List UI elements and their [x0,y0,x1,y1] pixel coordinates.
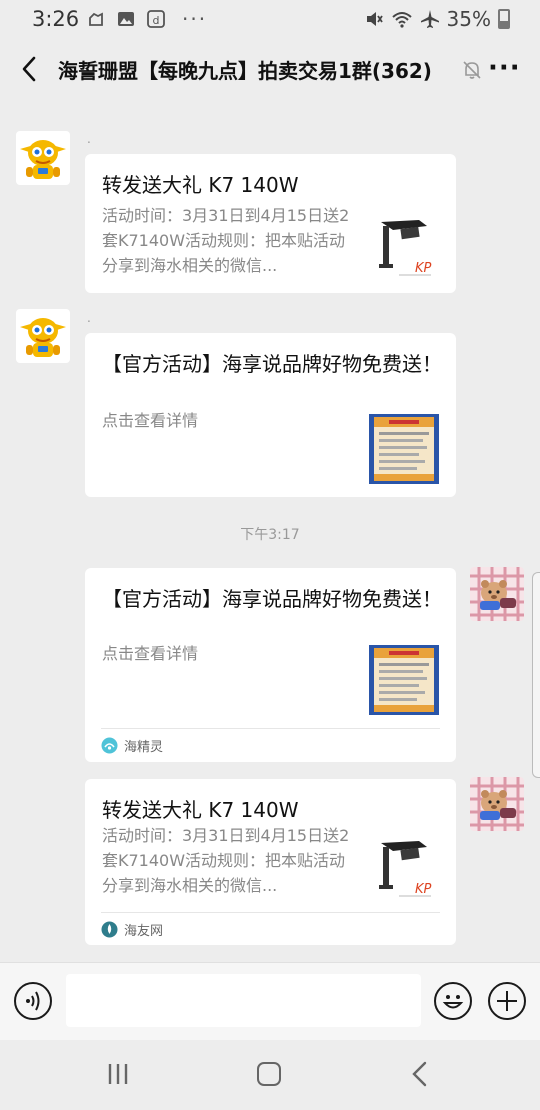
card-title: 【官方活动】海享说品牌好物免费送！ [102,352,442,376]
scrolled-timestamp-fragment [230,92,310,102]
aquarium-lamp-thumbnail: KP [371,833,441,903]
sender-name: . [87,132,91,146]
card-source: 海友网 [101,912,440,946]
link-card[interactable]: 转发送大礼 K7 140W 活动时间：3月31日到4月15日送2套K7140W活… [85,779,456,945]
plus-icon [497,991,517,1011]
svg-text:d: d [153,14,160,27]
more-actions-button[interactable] [488,982,526,1020]
card-title: 【官方活动】海享说品牌好物免费送！ [102,587,442,611]
status-left-icons: d ··· [86,9,207,29]
gesture-icon [89,12,103,26]
home-icon[interactable] [257,1062,281,1086]
input-bar [0,962,540,1040]
cartoon-robot-avatar [16,131,70,185]
status-bar: 3:26 d ··· 35% [0,0,540,38]
sea-spirit-icon [101,737,118,754]
chevron-left-icon[interactable] [18,54,40,84]
chat-header: 海誓珊盟【每晚九点】拍卖交易1群(362) ··· [0,38,540,98]
bell-off-icon [463,61,481,79]
sea-friend-icon [101,921,118,938]
card-title: 转发送大礼 K7 140W [102,173,299,197]
system-nav-bar [0,1040,540,1110]
emoji-icon [442,995,464,1009]
message-input[interactable] [66,974,421,1027]
avatar[interactable] [16,131,70,185]
card-description: 点击查看详情 [102,644,199,663]
voice-icon [26,991,40,1011]
link-card[interactable]: 【官方活动】海享说品牌好物免费送！ 点击查看详情 海精灵 [85,568,456,762]
wifi-icon [391,12,412,28]
source-label: 海友网 [124,924,164,939]
more-icon[interactable]: ··· [488,53,521,83]
avatar[interactable] [470,567,524,621]
mute-icon [366,12,383,26]
link-card[interactable]: 转发送大礼 K7 140W 活动时间：3月31日到4月15日送2套K7140W活… [85,154,456,293]
airplane-icon [420,10,439,28]
emoji-button[interactable] [434,982,472,1020]
back-icon[interactable] [410,1061,430,1087]
message-timestamp: 下午3:17 [240,527,300,543]
plush-toy-avatar [470,567,524,621]
recents-icon[interactable] [106,1062,130,1086]
avatar[interactable] [470,777,524,831]
status-time: 3:26 [32,7,80,31]
gallery-icon [118,12,134,26]
sender-name: . [87,311,91,325]
scrollbar[interactable] [532,572,540,778]
plush-toy-avatar [470,777,524,831]
card-description: 点击查看详情 [102,411,199,430]
chat-title: 海誓珊盟【每晚九点】拍卖交易1群(362) [58,59,432,83]
aquarium-lamp-thumbnail: KP [371,212,441,282]
status-right: 35% [364,7,510,31]
svg-text:KP: KP [415,261,432,276]
app-d-icon: d [147,10,165,28]
battery-percent: 35% [446,7,491,31]
card-description: 活动时间：3月31日到4月15日送2套K7140W活动规则：把本贴活动分享到海水… [102,826,350,895]
link-card[interactable]: 【官方活动】海享说品牌好物免费送！ 点击查看详情 [85,333,456,497]
card-description: 活动时间：3月31日到4月15日送2套K7140W活动规则：把本贴活动分享到海水… [102,206,350,275]
product-poster-thumbnail [369,414,439,484]
product-poster-thumbnail [369,645,439,715]
card-title: 转发送大礼 K7 140W [102,798,299,822]
card-source: 海精灵 [101,728,440,762]
battery-icon [498,9,510,29]
avatar[interactable] [16,309,70,363]
more-dots-icon: ··· [182,7,208,31]
source-label: 海精灵 [124,740,164,755]
svg-text:KP: KP [415,882,432,897]
cartoon-robot-avatar [16,309,70,363]
voice-button[interactable] [14,982,52,1020]
